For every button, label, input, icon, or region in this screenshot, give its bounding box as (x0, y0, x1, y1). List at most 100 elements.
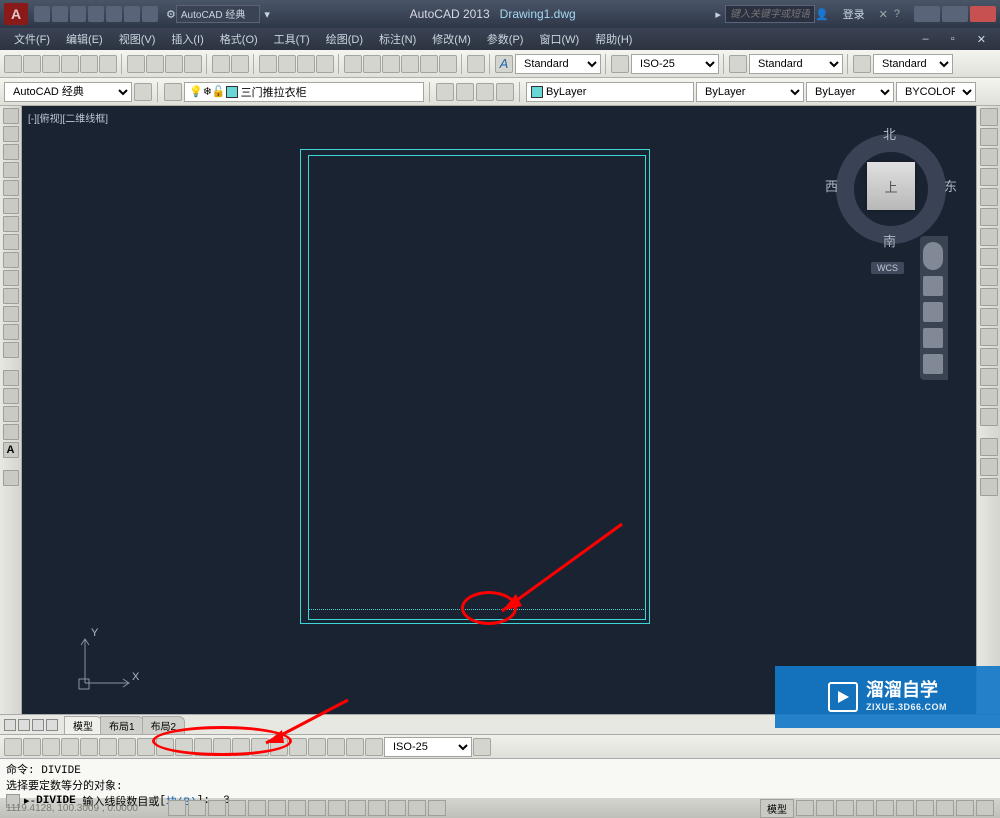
addselected-icon[interactable] (3, 470, 19, 486)
navbar-pan-icon[interactable] (923, 276, 943, 296)
tolerance-icon[interactable] (251, 738, 269, 756)
menu-window[interactable]: 窗口(W) (531, 31, 587, 47)
inspect-icon[interactable] (289, 738, 307, 756)
spline-icon[interactable] (3, 252, 19, 268)
dimedit-icon[interactable] (327, 738, 345, 756)
help-icon[interactable]: ? (894, 8, 900, 20)
table-icon[interactable] (3, 424, 19, 440)
tab-last-icon[interactable] (46, 719, 58, 731)
move-icon[interactable] (980, 208, 998, 226)
viewcube-face-top[interactable]: 上 (867, 162, 915, 210)
tab-next-icon[interactable] (32, 719, 44, 731)
viewcube-south[interactable]: 南 (883, 231, 896, 250)
revcloud-icon[interactable] (3, 234, 19, 250)
isolate-icon[interactable] (956, 800, 974, 816)
rectangle-icon[interactable] (3, 180, 19, 196)
dimang-icon[interactable] (137, 738, 155, 756)
markup-icon[interactable] (420, 55, 438, 73)
dimord-icon[interactable] (61, 738, 79, 756)
doc-restore-button[interactable]: ▫ (943, 33, 963, 45)
tablestyle-icon[interactable] (729, 55, 747, 73)
lwt-toggle[interactable] (348, 800, 366, 816)
text-style-select[interactable]: Standard (515, 54, 601, 74)
viewcube-east[interactable]: 东 (944, 176, 957, 195)
color-select[interactable]: ByLayer (526, 82, 694, 102)
sheetset-icon[interactable] (401, 55, 419, 73)
menu-param[interactable]: 参数(P) (479, 31, 532, 47)
toolpalette-icon[interactable] (382, 55, 400, 73)
restore-button[interactable] (942, 6, 968, 22)
trim-icon[interactable] (980, 288, 998, 306)
menu-file[interactable]: 文件(F) (6, 31, 58, 47)
copy2-icon[interactable] (980, 128, 998, 146)
polygon-icon[interactable] (3, 162, 19, 178)
dimrad-icon[interactable] (80, 738, 98, 756)
cut-icon[interactable] (127, 55, 145, 73)
menu-edit[interactable]: 编辑(E) (58, 31, 111, 47)
extend-icon[interactable] (980, 308, 998, 326)
draworder-icon[interactable] (980, 438, 998, 456)
help2-icon[interactable] (467, 55, 485, 73)
login-link[interactable]: 登录 (843, 6, 865, 22)
mirror-icon[interactable] (980, 148, 998, 166)
mlstyle-icon[interactable] (853, 55, 871, 73)
lock-ui-icon[interactable] (916, 800, 934, 816)
annoauto-icon[interactable] (876, 800, 894, 816)
line-icon[interactable] (3, 108, 19, 124)
doc-close-button[interactable]: ✕ (969, 33, 994, 46)
hardware-icon[interactable] (936, 800, 954, 816)
osnap-toggle[interactable] (248, 800, 266, 816)
dimaligned-icon[interactable] (23, 738, 41, 756)
dimcont-icon[interactable] (194, 738, 212, 756)
undo2-icon[interactable] (212, 55, 230, 73)
table-style-select[interactable]: Standard (749, 54, 843, 74)
pan-icon[interactable] (259, 55, 277, 73)
doc-minimize-button[interactable]: – (915, 33, 937, 45)
snap-toggle[interactable] (168, 800, 186, 816)
tab-first-icon[interactable] (4, 719, 16, 731)
workspace-switcher[interactable]: AutoCAD 经典 (176, 5, 260, 23)
break-icon[interactable] (980, 328, 998, 346)
workspace-hint-icon[interactable]: ⚙ (166, 8, 176, 21)
sc-toggle[interactable] (408, 800, 426, 816)
offset-icon[interactable] (980, 168, 998, 186)
dimstyle-icon[interactable] (611, 55, 629, 73)
join-icon[interactable] (980, 348, 998, 366)
dimtedit-icon[interactable] (346, 738, 364, 756)
layerprop-icon[interactable] (164, 83, 182, 101)
workspace-settings-icon[interactable] (134, 83, 152, 101)
polar-toggle[interactable] (228, 800, 246, 816)
layeriso-icon[interactable] (436, 83, 454, 101)
layerstate-icon[interactable] (496, 83, 514, 101)
paste-icon[interactable] (165, 55, 183, 73)
viewcube-north[interactable]: 北 (883, 124, 896, 143)
rotate-icon[interactable] (980, 228, 998, 246)
designcenter-icon[interactable] (363, 55, 381, 73)
model-paper-toggle[interactable]: 模型 (760, 799, 794, 818)
erase-icon[interactable] (980, 108, 998, 126)
zoomprev-icon[interactable] (316, 55, 334, 73)
command-window[interactable]: 命令: DIVIDE 选择要定数等分的对象: ▸- DIVIDE 输入线段数目或… (0, 758, 1000, 798)
tab-layout2[interactable]: 布局2 (142, 716, 186, 734)
tab-model[interactable]: 模型 (64, 716, 102, 734)
stretch-icon[interactable] (980, 268, 998, 286)
lineweight-select[interactable]: ByLayer (806, 82, 894, 102)
qat-redo-icon[interactable] (142, 6, 158, 22)
matchprop-icon[interactable] (184, 55, 202, 73)
am-toggle[interactable] (428, 800, 446, 816)
ellipse-icon[interactable] (3, 270, 19, 286)
ml-style-select[interactable]: Standard (873, 54, 953, 74)
tab-prev-icon[interactable] (18, 719, 30, 731)
navbar-wheel-icon[interactable] (923, 242, 943, 270)
new-icon[interactable] (4, 55, 22, 73)
measure-icon[interactable] (980, 478, 998, 496)
dimstyle2-icon[interactable] (473, 738, 491, 756)
center-icon[interactable] (270, 738, 288, 756)
explode-icon[interactable] (980, 408, 998, 426)
qat-open-icon[interactable] (52, 6, 68, 22)
menu-insert[interactable]: 插入(I) (163, 31, 211, 47)
save-icon[interactable] (42, 55, 60, 73)
info-icon[interactable]: ▸ (715, 8, 721, 21)
dimbase-icon[interactable] (175, 738, 193, 756)
copy-icon[interactable] (146, 55, 164, 73)
